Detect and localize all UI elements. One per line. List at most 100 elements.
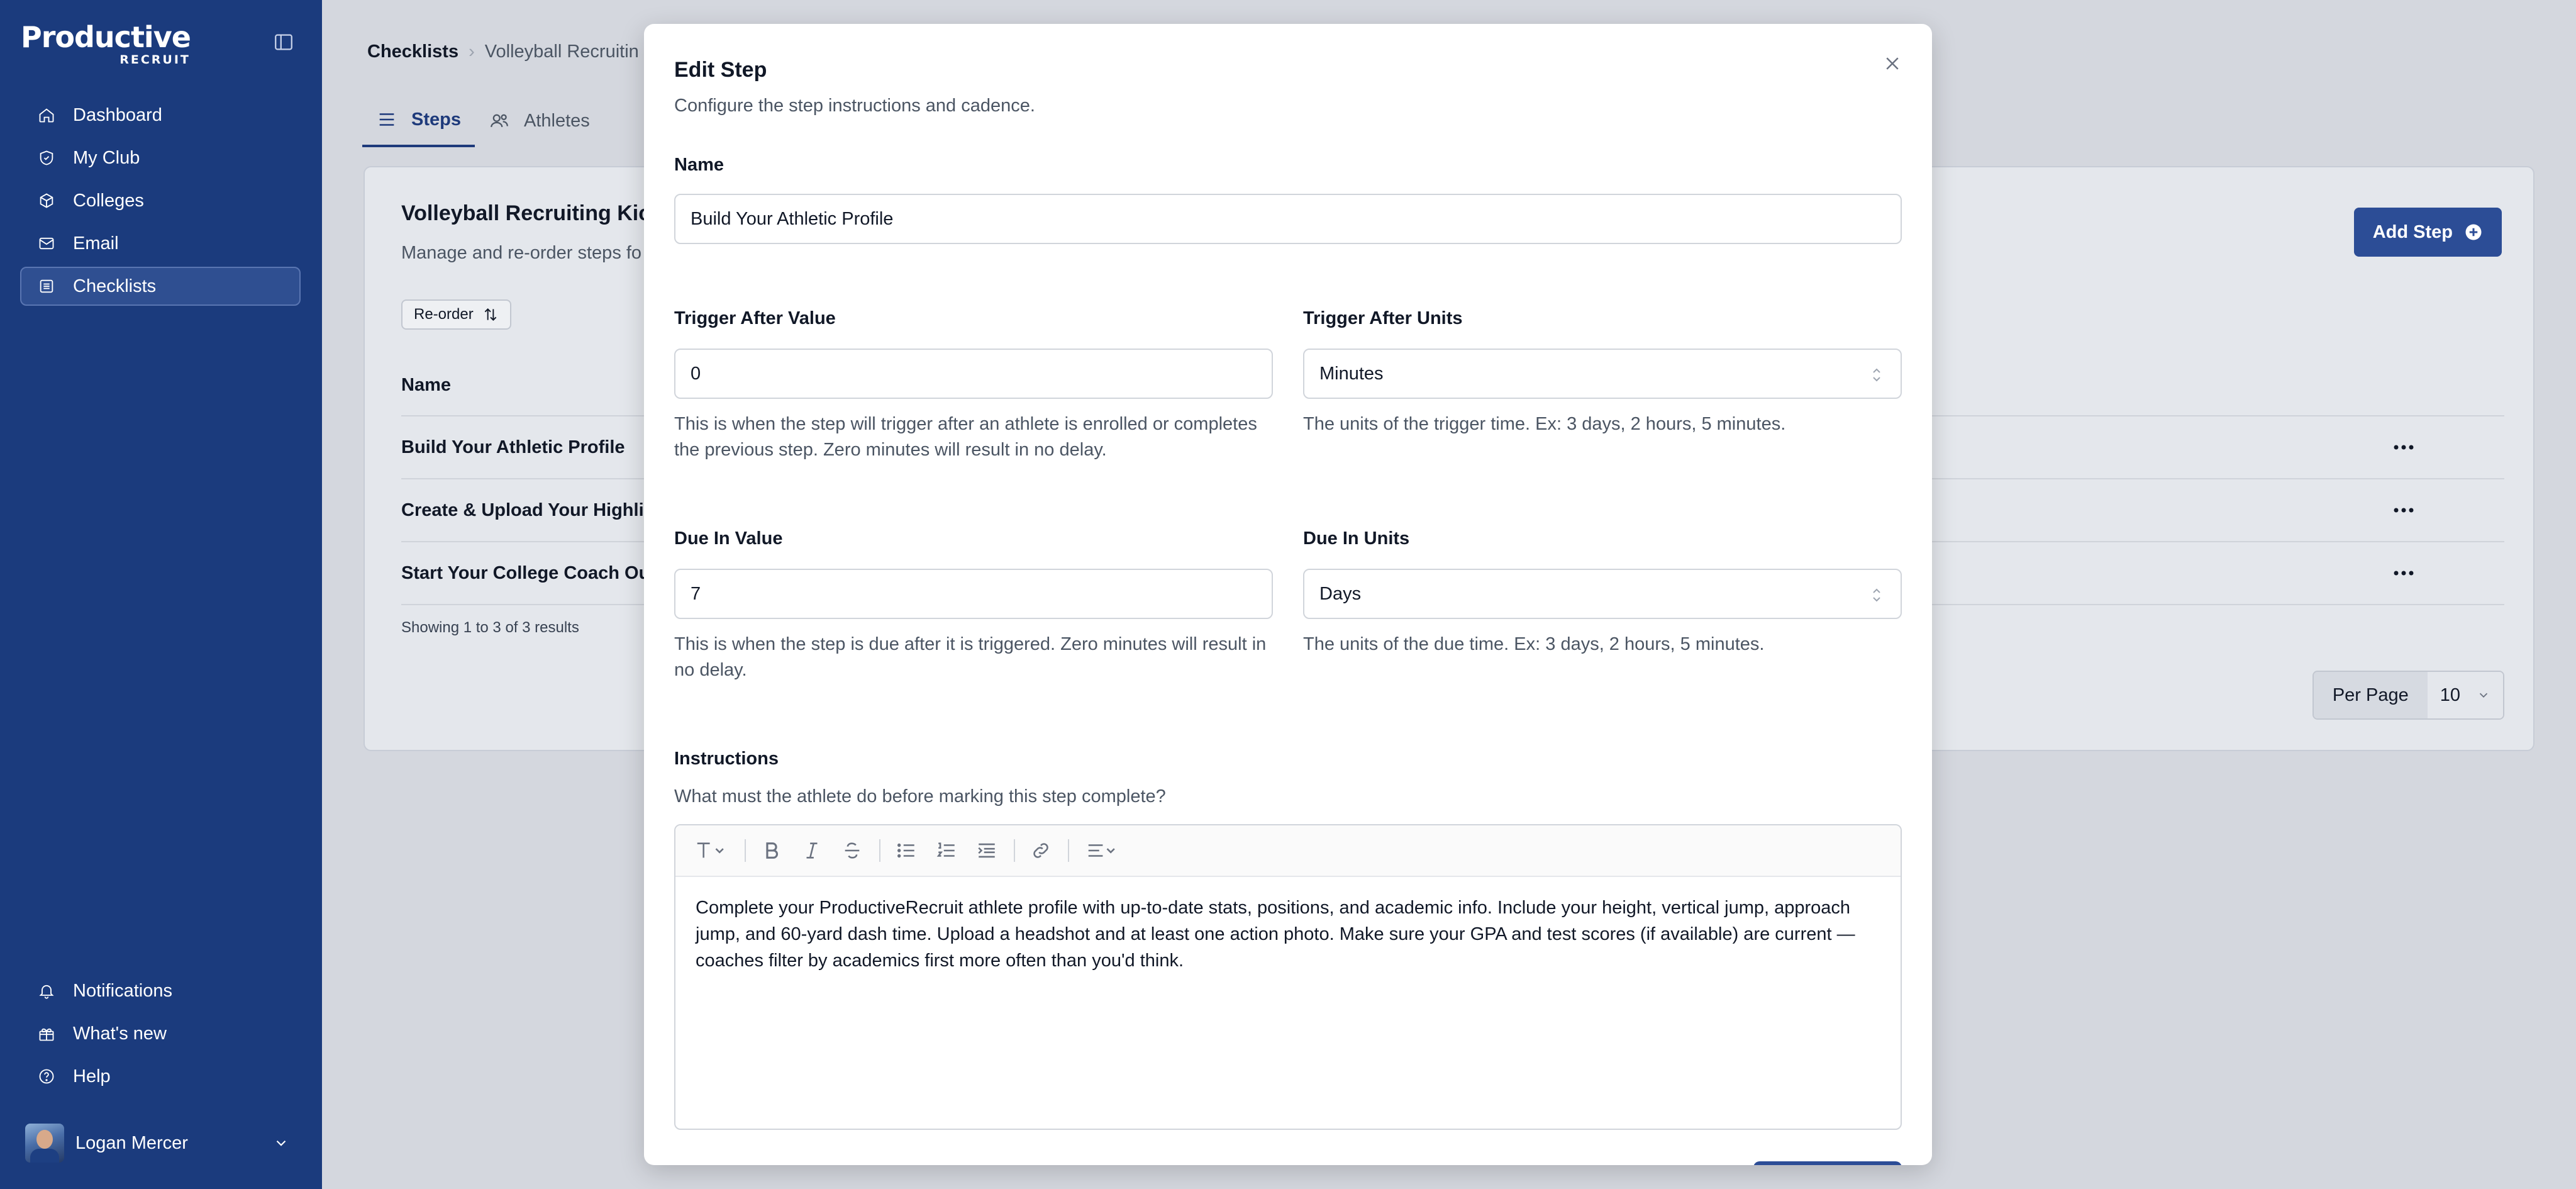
strikethrough-button[interactable] — [836, 835, 868, 866]
row-name: Build Your Athletic Profile — [401, 437, 625, 457]
chevron-down-icon — [2479, 693, 2488, 698]
tab-label: Athletes — [523, 110, 590, 131]
sidebar-item-help[interactable]: Help — [20, 1057, 301, 1096]
users-icon — [491, 114, 508, 128]
due-value-help: This is when the step is due after it is… — [674, 634, 1267, 680]
card-subtitle: Manage and re-order steps fo — [401, 243, 642, 263]
bold-icon — [766, 842, 778, 859]
strikethrough-icon — [845, 842, 860, 859]
trigger-units-select[interactable]: Minutes — [1303, 349, 1902, 399]
toolbar-divider — [879, 839, 880, 862]
sidebar-item-label: Notifications — [73, 980, 172, 1001]
tab-steps[interactable]: Steps — [362, 94, 475, 147]
instructions-text[interactable]: Complete your ProductiveRecruit athlete … — [675, 877, 1901, 991]
mail-icon — [39, 237, 54, 250]
text-style-dropdown[interactable] — [688, 835, 733, 866]
help-icon — [39, 1069, 54, 1084]
sidebar-item-notifications[interactable]: Notifications — [20, 971, 301, 1010]
more-options-icon[interactable] — [2391, 564, 2416, 583]
breadcrumb-current[interactable]: Volleyball Recruitin — [485, 42, 639, 62]
bullet-list-icon — [897, 843, 914, 858]
add-step-button[interactable]: Add Step — [2353, 208, 2502, 257]
toolbar-divider — [745, 839, 746, 862]
sidebar-item-checklists[interactable]: Checklists — [20, 267, 301, 306]
modal-title: Edit Step — [674, 58, 767, 82]
bullet-list-button[interactable] — [891, 835, 922, 866]
due-value: 7 — [691, 583, 701, 604]
sidebar-item-whats-new[interactable]: What's new — [20, 1014, 301, 1053]
numbered-list-button[interactable] — [931, 835, 962, 866]
due-units-select[interactable]: Days — [1303, 569, 1902, 619]
numbered-list-icon — [936, 842, 955, 857]
sidebar-item-label: Help — [73, 1066, 111, 1086]
tab-athletes[interactable]: Athletes — [475, 94, 604, 147]
breadcrumb-root[interactable]: Checklists — [367, 42, 458, 62]
user-menu[interactable]: Logan Mercer — [25, 1124, 289, 1163]
chevron-right-icon: › — [469, 42, 475, 62]
name-label: Name — [674, 155, 724, 175]
more-options-icon[interactable] — [2391, 501, 2416, 520]
trigger-units-label: Trigger After Units — [1303, 308, 1463, 328]
gift-icon — [39, 1028, 54, 1041]
card-title: Volleyball Recruiting Kicks — [401, 201, 674, 225]
sidebar: Productive RECRUIT Dashboard My Club Col… — [0, 0, 322, 1189]
trigger-units-help: The units of the trigger time. Ex: 3 day… — [1303, 414, 1786, 434]
trigger-value-field[interactable]: 0 — [674, 349, 1273, 399]
italic-icon — [806, 842, 818, 859]
sidebar-item-colleges[interactable]: Colleges — [20, 181, 301, 220]
close-icon[interactable] — [1883, 54, 1902, 73]
toolbar-divider — [1068, 839, 1069, 862]
avatar — [25, 1124, 64, 1163]
column-header-name[interactable]: Name — [401, 375, 451, 396]
per-page-value[interactable]: 10 — [2427, 672, 2503, 718]
sidebar-item-label: What's new — [73, 1023, 167, 1044]
sidebar-item-email[interactable]: Email — [20, 224, 301, 263]
align-dropdown[interactable] — [1079, 835, 1124, 866]
modal-subtitle: Configure the step instructions and cade… — [674, 96, 1035, 116]
sidebar-item-label: Dashboard — [73, 104, 162, 125]
due-units-value: Days — [1319, 583, 1362, 604]
editor-toolbar — [675, 825, 1901, 877]
sidebar-item-label: Colleges — [73, 190, 144, 211]
due-value-label: Due In Value — [674, 528, 783, 549]
logo[interactable]: Productive RECRUIT — [21, 23, 191, 67]
sidebar-nav: Dashboard My Club Colleges Email Checkli… — [20, 96, 301, 310]
bell-icon — [39, 985, 54, 999]
name-value: Build Your Athletic Profile — [691, 208, 894, 229]
per-page-label: Per Page — [2313, 672, 2428, 718]
instructions-help: What must the athlete do before marking … — [674, 786, 1166, 807]
save-button[interactable] — [1753, 1161, 1902, 1165]
link-button[interactable] — [1025, 835, 1057, 866]
more-options-icon[interactable] — [2391, 438, 2416, 457]
add-step-label: Add Step — [2372, 221, 2453, 242]
instructions-editor: Complete your ProductiveRecruit athlete … — [674, 824, 1902, 1130]
sort-icon — [484, 308, 497, 321]
tab-label: Steps — [411, 109, 461, 130]
bold-button[interactable] — [756, 835, 787, 866]
italic-button[interactable] — [796, 835, 828, 866]
logo-subtitle: RECRUIT — [119, 53, 191, 67]
instructions-label: Instructions — [674, 749, 779, 769]
trigger-value-label: Trigger After Value — [674, 308, 836, 328]
home-icon — [39, 108, 54, 123]
chevron-up-down-icon — [1873, 368, 1880, 382]
list-icon — [40, 279, 53, 293]
row-name: Create & Upload Your Highligh — [401, 500, 667, 520]
edit-step-modal: Edit Step Configure the step instruction… — [644, 24, 1932, 1165]
user-name: Logan Mercer — [75, 1132, 188, 1153]
sidebar-item-my-club[interactable]: My Club — [20, 138, 301, 177]
sidebar-item-label: Checklists — [73, 276, 157, 296]
sidebar-bottom-nav: Notifications What's new Help — [20, 971, 301, 1100]
name-field[interactable]: Build Your Athletic Profile — [674, 194, 1902, 244]
chevron-down-icon — [276, 1140, 286, 1146]
due-units-label: Due In Units — [1303, 528, 1410, 549]
reorder-button[interactable]: Re-order — [401, 299, 511, 330]
cube-icon — [40, 193, 53, 208]
per-page-select[interactable]: Per Page 10 — [2312, 671, 2504, 720]
sidebar-item-dashboard[interactable]: Dashboard — [20, 96, 301, 135]
row-name: Start Your College Coach Outr — [401, 562, 663, 583]
indent-button[interactable] — [971, 835, 1002, 866]
sidebar-item-label: Email — [73, 233, 119, 254]
due-value-field[interactable]: 7 — [674, 569, 1273, 619]
sidebar-toggle-icon[interactable] — [273, 31, 294, 53]
